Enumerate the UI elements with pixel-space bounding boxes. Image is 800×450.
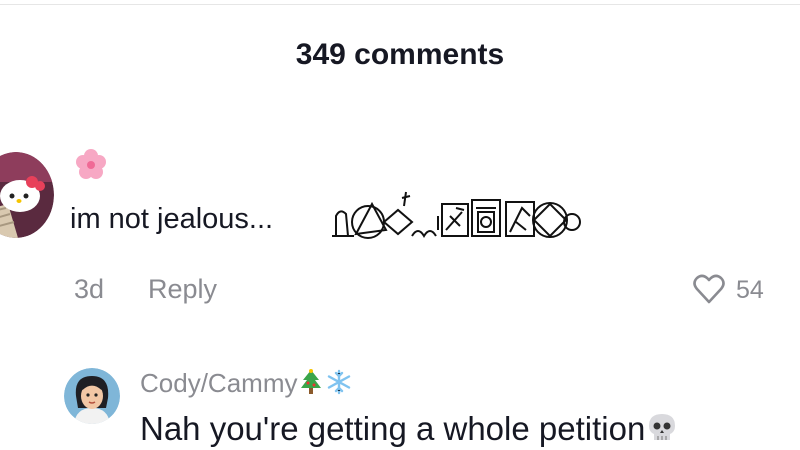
comment-text-content: im not jealous... xyxy=(70,203,274,235)
comment-username[interactable]: Cody/Cammy xyxy=(140,368,353,399)
hieroglyph-symbols-icon xyxy=(332,191,581,239)
snowflake-icon xyxy=(328,369,351,395)
top-divider xyxy=(0,4,800,5)
comment-text-content: Nah you're getting a whole petition xyxy=(140,410,646,447)
comment-text: im not jealous... xyxy=(70,203,273,236)
avatar[interactable] xyxy=(0,152,54,238)
christmas-tree-icon xyxy=(301,369,322,394)
like-count: 54 xyxy=(736,276,764,304)
reply-button[interactable]: Reply xyxy=(148,274,217,305)
comment-text: Nah you're getting a whole petition xyxy=(140,410,679,448)
heart-outline-icon[interactable] xyxy=(692,272,726,306)
cartoon-girl-avatar-icon xyxy=(64,368,120,424)
avatar[interactable] xyxy=(64,368,120,424)
comments-count-title: 349 comments xyxy=(295,38,505,71)
comment-time: 3d xyxy=(74,274,105,304)
hello-kitty-avatar-icon xyxy=(0,152,54,238)
username-text[interactable]: Cody/Cammy xyxy=(140,368,297,398)
skull-icon xyxy=(649,414,676,440)
pink-flower-icon xyxy=(76,149,106,179)
